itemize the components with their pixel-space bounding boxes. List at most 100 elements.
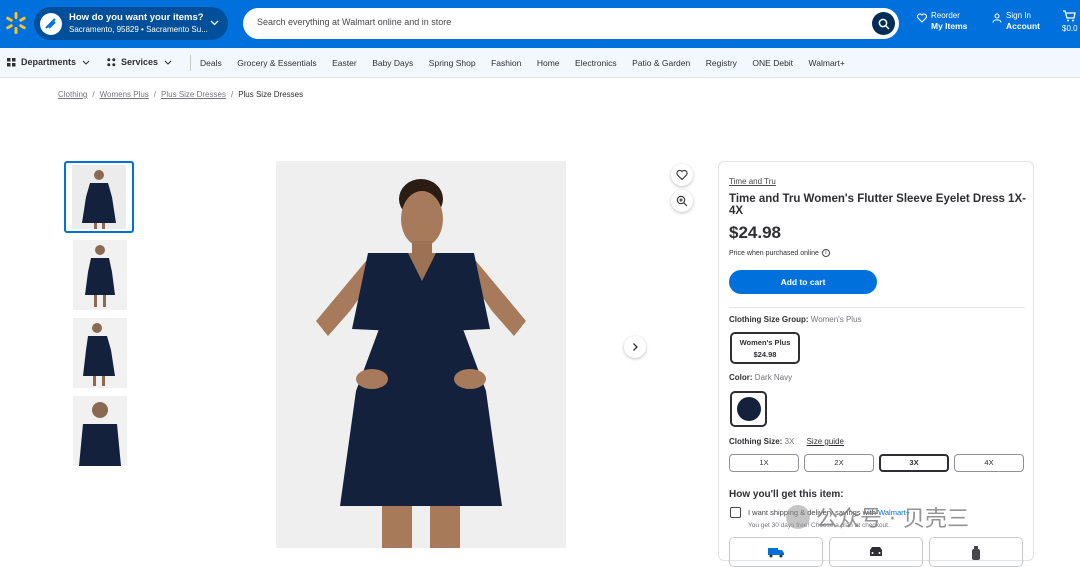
- account-link[interactable]: Sign In Account: [992, 10, 1040, 32]
- account-label: Account: [1006, 21, 1040, 31]
- watermark-logo: [786, 505, 810, 529]
- user-icon: [992, 13, 1002, 23]
- favorite-button[interactable]: [671, 164, 693, 186]
- dress-thumbnail-image: [82, 170, 116, 229]
- size-guide-link[interactable]: Size guide: [807, 437, 844, 446]
- breadcrumb-current: Plus Size Dresses: [238, 90, 304, 99]
- reorder-link[interactable]: Reorder My Items: [917, 10, 967, 32]
- cart-icon: [1063, 10, 1076, 22]
- nav-link-deals[interactable]: Deals: [200, 58, 222, 68]
- fulfillment-option-shipping[interactable]: [729, 537, 823, 567]
- delivery-icon: [972, 546, 980, 560]
- heart-icon: [676, 169, 688, 181]
- location-address: Sacramento, 95829 • Sacramento Su...: [69, 24, 208, 34]
- departments-label: Departments: [21, 57, 77, 67]
- nav-link-registry[interactable]: Registry: [706, 58, 737, 68]
- color-value: Dark Navy: [754, 373, 793, 382]
- divider: [729, 307, 1025, 308]
- brand-link[interactable]: Time and Tru: [729, 177, 776, 186]
- size-group-option-price: $24.98: [753, 350, 777, 359]
- delivery-icon: [40, 12, 62, 35]
- dress-thumbnail-image: [83, 323, 115, 386]
- watermark-text: 公众号 · 贝壳三: [816, 507, 969, 532]
- product-thumbnail[interactable]: [73, 240, 127, 310]
- price-note: Price when purchased online i: [729, 249, 830, 257]
- watermark: 公众号 · 贝壳三: [786, 500, 1054, 534]
- reorder-label: Reorder: [931, 11, 960, 20]
- size-option-4x[interactable]: 4X: [954, 454, 1024, 472]
- search-input[interactable]: Search everything at Walmart online and …: [243, 8, 899, 39]
- size-option-3x[interactable]: 3X: [879, 454, 949, 472]
- add-to-cart-button[interactable]: Add to cart: [729, 270, 877, 294]
- size-option-1x[interactable]: 1X: [729, 454, 799, 472]
- walmart-plus-checkbox[interactable]: [730, 507, 741, 518]
- size-group-option-name: Women's Plus: [739, 338, 791, 347]
- breadcrumb-clothing[interactable]: Clothing: [58, 90, 87, 99]
- color-swatch-dark-navy[interactable]: [730, 391, 767, 427]
- size-value: 3X: [784, 437, 795, 446]
- dress-thumbnail-image: [85, 245, 115, 307]
- search-icon: [878, 18, 890, 30]
- location-question: How do you want your items?: [69, 11, 204, 23]
- info-icon[interactable]: i: [821, 249, 830, 257]
- product-thumbnail[interactable]: [73, 396, 127, 466]
- sign-in-label: Sign In: [1006, 11, 1031, 20]
- breadcrumb-separator: /: [230, 90, 234, 99]
- site-header: How do you want your items? Sacramento, …: [0, 0, 1080, 48]
- size-label-text: Clothing Size:: [729, 437, 783, 446]
- nav-link-baby-days[interactable]: Baby Days: [372, 58, 413, 68]
- heart-icon: [917, 13, 927, 23]
- next-image-button[interactable]: [624, 336, 646, 358]
- departments-menu[interactable]: Departments: [7, 57, 90, 67]
- search-button[interactable]: [872, 12, 895, 35]
- chevron-right-icon: [633, 343, 638, 351]
- nav-link-walmart-plus[interactable]: Walmart+: [809, 58, 845, 68]
- shipping-icon: [768, 548, 784, 558]
- walmart-spark-logo[interactable]: [6, 12, 26, 34]
- size-label: Clothing Size: 3X Size guide: [729, 437, 844, 446]
- zoom-button[interactable]: [671, 190, 693, 212]
- services-menu[interactable]: Services: [107, 57, 172, 67]
- breadcrumb-separator: /: [92, 90, 95, 99]
- search-placeholder: Search everything at Walmart online and …: [257, 17, 452, 27]
- breadcrumb: Clothing / Womens Plus / Plus Size Dress…: [58, 90, 303, 99]
- product-title: Time and Tru Women's Flutter Sleeve Eyel…: [729, 193, 1026, 217]
- pickup-icon: [870, 547, 882, 556]
- nav-link-home[interactable]: Home: [537, 58, 560, 68]
- cart-button[interactable]: $0.0: [1062, 10, 1078, 33]
- fulfillment-option-delivery[interactable]: [929, 537, 1023, 567]
- color-label: Color: Dark Navy: [729, 373, 792, 382]
- fulfillment-option-pickup[interactable]: [829, 537, 923, 567]
- nav-link-one-debit[interactable]: ONE Debit: [752, 58, 793, 68]
- nav-link-patio-garden[interactable]: Patio & Garden: [632, 58, 690, 68]
- grid-icon: [7, 57, 16, 66]
- product-main-image[interactable]: [276, 161, 566, 548]
- nav-link-grocery[interactable]: Grocery & Essentials: [237, 58, 316, 68]
- chevron-down-icon: [164, 60, 172, 65]
- nav-link-easter[interactable]: Easter: [332, 58, 357, 68]
- product-thumbnail[interactable]: [73, 318, 127, 388]
- dress-thumbnail-image: [79, 402, 121, 466]
- nav-link-fashion[interactable]: Fashion: [491, 58, 521, 68]
- chevron-down-icon: [210, 20, 219, 26]
- color-label-text: Color:: [729, 373, 753, 382]
- services-label: Services: [121, 57, 159, 67]
- nav-link-spring-shop[interactable]: Spring Shop: [429, 58, 476, 68]
- size-option-2x[interactable]: 2X: [804, 454, 874, 472]
- size-group-option[interactable]: Women's Plus $24.98: [730, 332, 800, 364]
- price-note-text: Price when purchased online: [729, 249, 819, 257]
- chevron-down-icon: [82, 60, 90, 65]
- zoom-in-icon: [676, 195, 688, 207]
- nav-divider: [190, 55, 191, 71]
- size-group-label: Clothing Size Group: Women's Plus: [729, 315, 862, 324]
- size-group-label-text: Clothing Size Group:: [729, 315, 809, 324]
- services-grid-icon: [107, 57, 116, 66]
- product-price: $24.98: [729, 223, 781, 242]
- location-selector[interactable]: How do you want your items? Sacramento, …: [34, 7, 228, 40]
- breadcrumb-plus-size-dresses[interactable]: Plus Size Dresses: [161, 90, 226, 99]
- product-thumbnail[interactable]: [64, 161, 134, 233]
- size-group-value: Women's Plus: [810, 315, 862, 324]
- breadcrumb-womens-plus[interactable]: Womens Plus: [100, 90, 149, 99]
- fulfillment-heading: How you'll get this item:: [729, 489, 844, 500]
- nav-link-electronics[interactable]: Electronics: [575, 58, 617, 68]
